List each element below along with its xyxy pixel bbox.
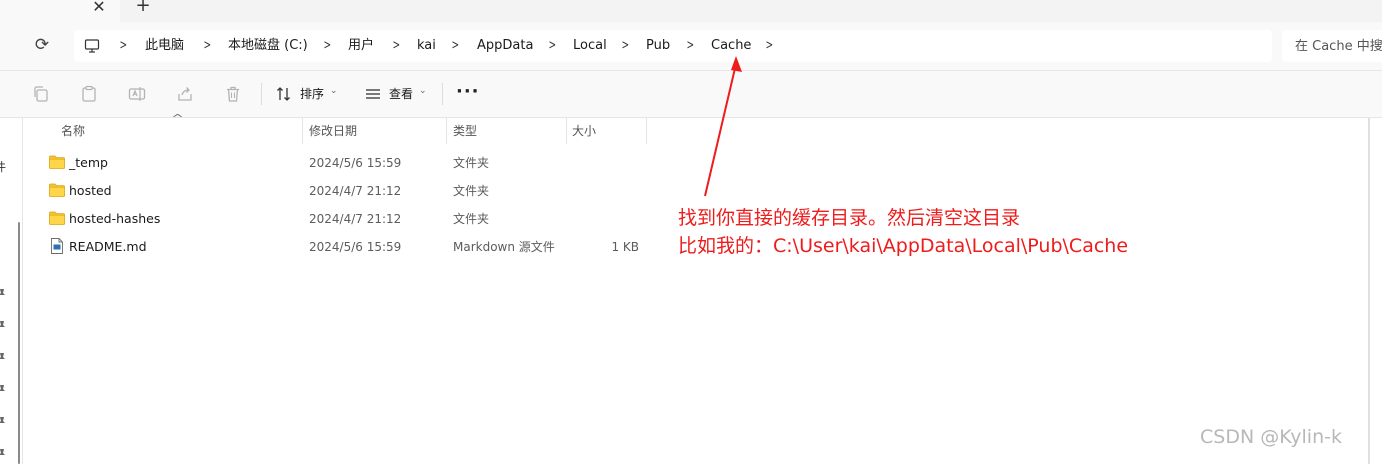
pin-icon <box>0 289 5 298</box>
breadcrumb-item-this-pc[interactable]: 此电脑 <box>145 30 184 62</box>
column-divider[interactable] <box>646 118 647 144</box>
pin-icon <box>0 321 5 330</box>
file-modified: 2024/5/6 15:59 <box>309 156 402 170</box>
navigation-bar: ⟳ > 此电脑 > 本地磁盘 (C:) > 用户 > kai > AppData… <box>0 22 1382 71</box>
file-type: 文件夹 <box>453 156 490 170</box>
chevron-right-icon[interactable]: > <box>204 30 212 62</box>
breadcrumb-item-local[interactable]: Local <box>573 30 607 62</box>
refresh-icon[interactable]: ⟳ <box>32 34 52 56</box>
copy-icon[interactable] <box>32 85 50 103</box>
annotation-line-1: 找到你直接的缓存目录。然后清空这目录 <box>678 207 1021 229</box>
file-size <box>583 205 639 233</box>
close-tab-icon[interactable]: ✕ <box>90 0 108 16</box>
file-row-hosted-hashes[interactable]: hosted-hashes 2024/4/7 21:12 文件夹 <box>23 205 663 233</box>
command-bar: 排序 ⌄ 查看 ⌄ ··· <box>0 71 1382 118</box>
watermark: CSDN @Kylin-k <box>1200 426 1342 448</box>
file-row-readme[interactable]: README.md 2024/5/6 15:59 Markdown 源文件 1 … <box>23 233 663 261</box>
annotation-text: 找到你直接的缓存目录。然后清空这目录 比如我的：C:\User\kai\AppD… <box>678 204 1128 260</box>
nav-pane-scrollbar[interactable] <box>18 222 20 464</box>
share-icon[interactable] <box>176 85 194 103</box>
file-list: 名称 ^ 修改日期 类型 大小 _temp 2024/5/6 15:59 文件夹… <box>23 112 1367 464</box>
chevron-right-icon[interactable]: > <box>452 30 460 62</box>
view-button[interactable]: 查看 ⌄ <box>365 83 435 105</box>
file-name: hosted-hashes <box>69 211 161 226</box>
nav-pane-item-label[interactable]: 件 <box>0 158 6 175</box>
file-name: _temp <box>69 155 108 170</box>
chevron-right-icon[interactable]: > <box>549 30 557 62</box>
breadcrumb-item-appdata[interactable]: AppData <box>477 30 533 62</box>
breadcrumb-item-local-disk[interactable]: 本地磁盘 (C:) <box>228 30 308 62</box>
folder-icon <box>49 211 65 225</box>
file-size <box>583 149 639 177</box>
column-divider[interactable] <box>302 118 303 144</box>
column-header-name[interactable]: 名称 <box>61 118 85 144</box>
markdown-file-icon <box>51 238 63 254</box>
column-header-size[interactable]: 大小 <box>572 118 596 144</box>
column-header-type[interactable]: 类型 <box>453 118 477 144</box>
file-row-temp[interactable]: _temp 2024/5/6 15:59 文件夹 <box>23 149 663 177</box>
search-box[interactable] <box>1282 30 1382 62</box>
file-name: README.md <box>69 239 147 254</box>
file-row-hosted[interactable]: hosted 2024/4/7 21:12 文件夹 <box>23 177 663 205</box>
file-name: hosted <box>69 183 112 198</box>
sort-label: 排序 <box>300 87 325 101</box>
pin-icon <box>0 417 5 426</box>
address-bar[interactable]: > 此电脑 > 本地磁盘 (C:) > 用户 > kai > AppData >… <box>74 30 1272 62</box>
pin-icon <box>0 449 5 458</box>
file-size <box>583 177 639 205</box>
file-modified: 2024/4/7 21:12 <box>309 212 402 226</box>
column-divider[interactable] <box>446 118 447 144</box>
column-divider[interactable] <box>566 118 567 144</box>
sort-icon <box>277 87 290 101</box>
paste-icon[interactable] <box>80 85 98 103</box>
view-icon <box>366 89 380 99</box>
file-modified: 2024/5/6 15:59 <box>309 240 402 254</box>
search-input[interactable] <box>1282 30 1382 62</box>
delete-icon[interactable] <box>224 85 242 103</box>
navigation-pane: 件 <box>0 118 23 464</box>
chevron-down-icon: ⌄ <box>330 86 338 96</box>
folder-icon <box>49 155 65 169</box>
this-pc-icon[interactable] <box>84 38 100 54</box>
chevron-right-icon[interactable]: > <box>687 30 695 62</box>
folder-icon <box>49 183 65 197</box>
file-type: 文件夹 <box>453 184 490 198</box>
sort-ascending-icon: ^ <box>171 112 185 125</box>
view-label: 查看 <box>389 87 414 101</box>
column-header-modified[interactable]: 修改日期 <box>309 118 357 144</box>
toolbar-divider <box>261 83 262 105</box>
file-size: 1 KB <box>611 240 639 254</box>
breadcrumb-item-users[interactable]: 用户 <box>348 30 374 62</box>
pin-icon <box>0 385 5 394</box>
active-tab[interactable]: ✕ <box>0 0 120 22</box>
breadcrumb-item-cache[interactable]: Cache <box>711 30 751 62</box>
toolbar-divider <box>442 83 443 105</box>
chevron-right-icon[interactable]: > <box>622 30 630 62</box>
chevron-right-icon[interactable]: > <box>393 30 401 62</box>
chevron-right-icon[interactable]: > <box>120 30 128 62</box>
breadcrumb-item-pub[interactable]: Pub <box>646 30 670 62</box>
sort-button[interactable]: 排序 ⌄ <box>276 83 342 105</box>
chevron-down-icon: ⌄ <box>419 86 427 96</box>
annotation-line-2: 比如我的：C:\User\kai\AppData\Local\Pub\Cache <box>678 235 1129 257</box>
pin-icon <box>0 353 5 362</box>
breadcrumb-item-kai[interactable]: kai <box>417 30 436 62</box>
content-scrollbar[interactable] <box>1368 118 1370 464</box>
chevron-right-icon[interactable]: > <box>766 30 774 62</box>
new-tab-button[interactable]: + <box>134 0 152 16</box>
tab-strip: ✕ + <box>0 0 1382 23</box>
rename-icon[interactable] <box>128 85 146 103</box>
file-type: 文件夹 <box>453 212 490 226</box>
chevron-right-icon[interactable]: > <box>324 30 332 62</box>
file-modified: 2024/4/7 21:12 <box>309 184 402 198</box>
more-options-icon[interactable]: ··· <box>456 83 479 105</box>
file-type: Markdown 源文件 <box>453 240 555 254</box>
